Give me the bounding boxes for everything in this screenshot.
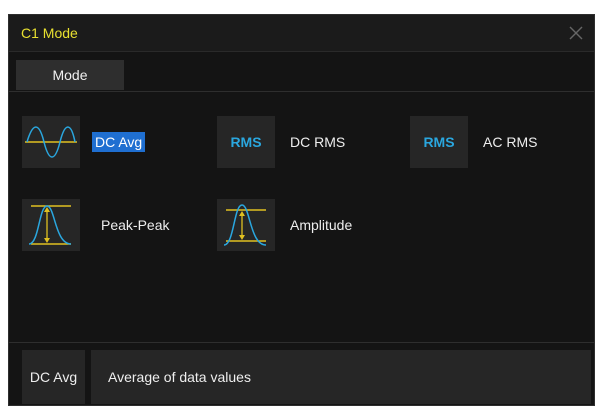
description-text: Average of data values <box>91 350 591 404</box>
rms-icon: RMS <box>410 116 468 168</box>
mode-options: DC Avg RMS DC RMS RMS AC RMS Peak-Peak A… <box>9 92 594 350</box>
mode-dialog: C1 Mode Mode DC Avg RMS DC RMS RMS AC RM… <box>8 14 595 406</box>
option-amplitude-label: Amplitude <box>290 217 353 233</box>
amplitude-icon <box>217 199 275 251</box>
description-key: DC Avg <box>22 350 85 404</box>
dialog-title: C1 Mode <box>21 25 78 41</box>
option-dc-rms[interactable]: RMS DC RMS <box>217 116 348 168</box>
sine-wave-icon <box>22 116 80 168</box>
option-peak-peak[interactable]: Peak-Peak <box>22 199 172 251</box>
dialog-titlebar: C1 Mode <box>9 15 594 52</box>
rms-icon: RMS <box>217 116 275 168</box>
close-button[interactable] <box>557 15 594 51</box>
option-peak-peak-label: Peak-Peak <box>101 217 170 233</box>
option-dc-avg-label: DC Avg <box>92 132 146 152</box>
peak-peak-icon <box>22 199 80 251</box>
description-divider <box>9 342 594 343</box>
option-ac-rms[interactable]: RMS AC RMS <box>410 116 540 168</box>
option-dc-avg[interactable]: DC Avg <box>22 116 146 168</box>
tab-mode-label: Mode <box>52 67 88 83</box>
tab-mode[interactable]: Mode <box>16 60 124 90</box>
close-icon <box>569 26 582 40</box>
tab-bar: Mode <box>9 52 594 92</box>
option-dc-rms-label: DC RMS <box>290 134 346 150</box>
option-amplitude[interactable]: Amplitude <box>217 199 355 251</box>
option-ac-rms-label: AC RMS <box>483 134 538 150</box>
description-bar: DC Avg Average of data values <box>9 350 594 404</box>
